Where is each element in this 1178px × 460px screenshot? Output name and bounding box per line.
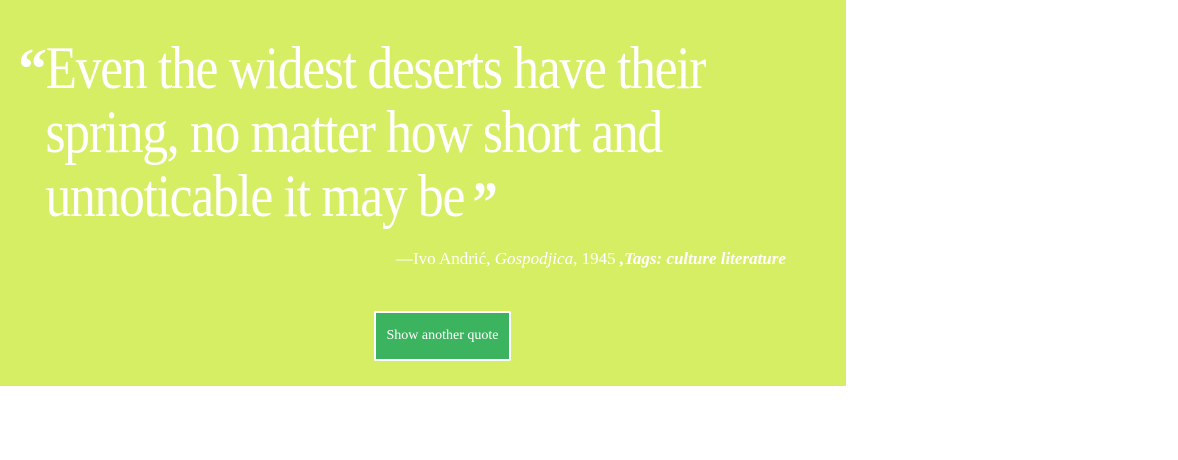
quote-block: “ Even the widest deserts have their spr…	[18, 36, 818, 235]
quote-panel: “ Even the widest deserts have their spr…	[0, 0, 846, 386]
attribution: —Ivo Andrić, Gospodjica, 1945 ,Tags: cul…	[396, 249, 786, 269]
author: —Ivo Andrić,	[396, 249, 495, 268]
year: , 1945	[573, 249, 620, 268]
close-quote-icon: ”	[472, 170, 498, 235]
quote-body: Even the widest deserts have their sprin…	[45, 35, 707, 229]
tags: ,Tags: culture literature	[619, 249, 786, 268]
quote-text: Even the widest deserts have their sprin…	[18, 36, 794, 235]
show-another-quote-button[interactable]: Show another quote	[374, 311, 511, 361]
work-title: Gospodjica	[494, 249, 574, 268]
